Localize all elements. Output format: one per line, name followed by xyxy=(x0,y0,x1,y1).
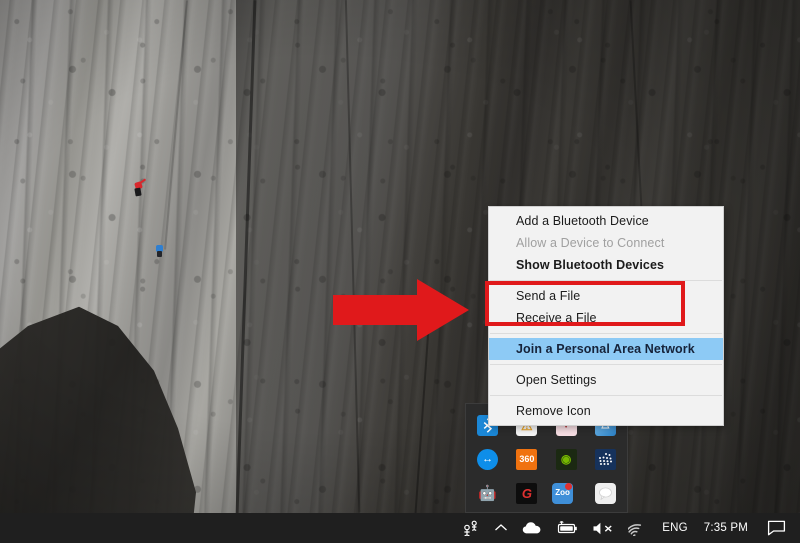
gigabyte-tray-icon[interactable]: G xyxy=(516,482,538,504)
menu-separator xyxy=(490,395,722,396)
battery-button[interactable] xyxy=(549,513,585,543)
action-center-icon xyxy=(767,520,786,536)
menu-group-file-transfer: Send a File Receive a File xyxy=(489,284,723,330)
menu-separator xyxy=(490,333,722,334)
wifi-icon xyxy=(628,523,642,536)
menu-item-receive-a-file[interactable]: Receive a File xyxy=(489,307,723,329)
bluetooth-context-menu[interactable]: Add a Bluetooth Device Allow a Device to… xyxy=(488,206,724,426)
tray-row: ↔ 360 ◉ xyxy=(468,442,625,476)
menu-separator xyxy=(490,364,722,365)
action-center-button[interactable] xyxy=(760,513,800,543)
volume-muted-icon xyxy=(593,522,612,534)
chat-tray-icon[interactable] xyxy=(594,482,616,504)
tray-cell[interactable] xyxy=(586,476,625,510)
360-security-tray-icon[interactable]: 360 xyxy=(516,448,538,470)
clock[interactable]: 7:35 PM xyxy=(695,513,760,543)
speech-bubble-glyph xyxy=(598,487,612,500)
menu-group-devices: Add a Bluetooth Device Allow a Device to… xyxy=(489,209,723,277)
menu-group-pan: Join a Personal Area Network xyxy=(489,337,723,361)
tray-cell[interactable]: ◉ xyxy=(547,442,586,476)
tray-cell[interactable]: ↔ xyxy=(468,442,507,476)
taskbar[interactable]: ENG 7:35 PM xyxy=(0,513,800,543)
teamviewer-tray-icon[interactable]: ↔ xyxy=(477,448,499,470)
menu-item-send-a-file[interactable]: Send a File xyxy=(489,285,723,307)
onedrive-button[interactable] xyxy=(515,513,549,543)
battery-icon xyxy=(558,521,578,534)
network-button[interactable] xyxy=(621,513,655,543)
android-tool-tray-icon[interactable]: 🤖 xyxy=(477,483,498,504)
tray-cell[interactable]: 360 xyxy=(507,442,546,476)
menu-group-remove: Remove Icon xyxy=(489,399,723,423)
tray-row: 🤖 G Zoo xyxy=(468,476,625,510)
menu-item-allow-a-device-to-connect: Allow a Device to Connect xyxy=(516,236,665,250)
tray-cell[interactable]: 🤖 xyxy=(468,476,507,510)
menu-item-show-bluetooth-devices[interactable]: Show Bluetooth Devices xyxy=(489,254,723,276)
menu-item-remove-icon[interactable]: Remove Icon xyxy=(489,400,723,422)
volume-button[interactable] xyxy=(585,513,621,543)
people-button[interactable] xyxy=(455,513,487,543)
tray-cell[interactable]: G xyxy=(507,476,546,510)
onedrive-cloud-icon xyxy=(523,522,541,534)
language-indicator[interactable]: ENG xyxy=(655,513,695,543)
menu-item-join-a-personal-area-network[interactable]: Join a Personal Area Network xyxy=(489,338,723,360)
menu-group-settings: Open Settings xyxy=(489,368,723,392)
people-icon xyxy=(464,520,478,536)
nvidia-tray-icon[interactable]: ◉ xyxy=(555,448,577,470)
menu-separator xyxy=(490,280,722,281)
tray-cell[interactable] xyxy=(586,442,625,476)
chevron-up-icon xyxy=(495,524,508,531)
menu-item-add-a-bluetooth-device[interactable]: Add a Bluetooth Device xyxy=(489,210,723,232)
intel-graphics-tray-icon[interactable] xyxy=(594,448,616,470)
dots-grid-glyph xyxy=(598,452,612,465)
tray-cell[interactable]: Zoo xyxy=(547,476,586,510)
show-hidden-icons-button[interactable] xyxy=(487,513,515,543)
zoo-notification-badge xyxy=(565,482,573,490)
red-arrow-annotation xyxy=(333,279,469,341)
menu-item-open-settings[interactable]: Open Settings xyxy=(489,369,723,391)
